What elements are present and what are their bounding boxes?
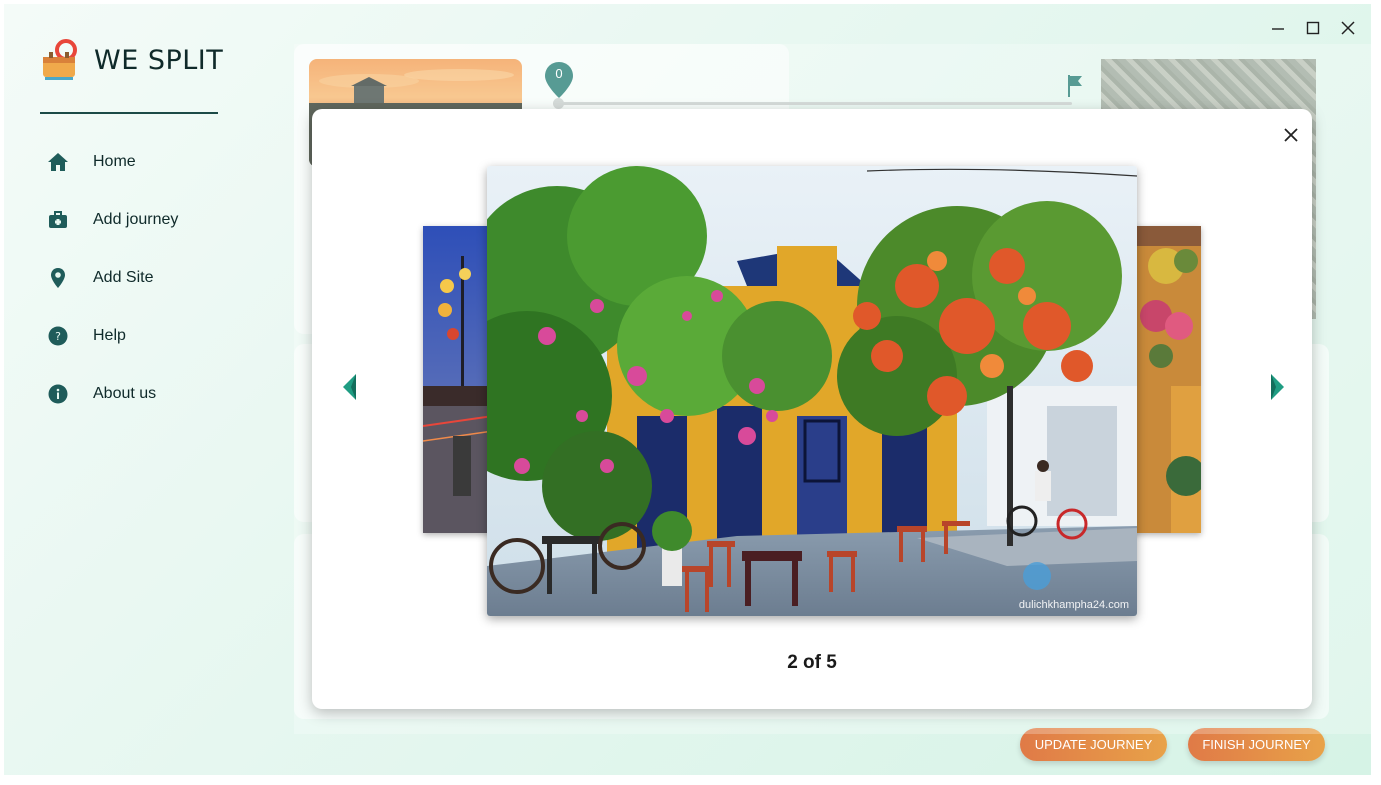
chevron-left-icon (343, 374, 356, 400)
home-icon (44, 148, 72, 176)
chevron-right-icon (1271, 374, 1284, 400)
current-image: dulichkhampha24.com (487, 166, 1137, 616)
maximize-button[interactable] (1301, 16, 1325, 40)
sidebar-item-label: Add journey (93, 211, 179, 228)
watermark-text: dulichkhampha24.com (1018, 599, 1129, 611)
close-icon (1341, 21, 1355, 35)
sidebar: WE SPLIT Home Add journey Add Site ? Hel… (4, 4, 254, 775)
minimize-button[interactable] (1266, 16, 1290, 40)
logo: WE SPLIT (40, 38, 223, 82)
gallery-photo (487, 166, 1137, 616)
info-icon (44, 380, 72, 408)
sidebar-item-label: Home (93, 153, 136, 170)
sidebar-item-label: Help (93, 327, 126, 344)
location-pin-icon (44, 264, 72, 292)
close-icon (1284, 128, 1298, 142)
close-modal-button[interactable] (1279, 123, 1303, 147)
sidebar-item-about-us[interactable]: About us (44, 379, 156, 409)
sidebar-item-add-site[interactable]: Add Site (44, 263, 153, 293)
sidebar-item-help[interactable]: ? Help (44, 321, 126, 351)
logo-icon (43, 39, 77, 80)
next-image-button[interactable] (1265, 371, 1287, 403)
sidebar-item-home[interactable]: Home (44, 147, 136, 177)
previous-image-button[interactable] (340, 371, 362, 403)
app-window: WE SPLIT Home Add journey Add Site ? Hel… (4, 4, 1371, 775)
close-window-button[interactable] (1336, 16, 1360, 40)
minimize-icon (1272, 28, 1284, 30)
sidebar-item-label: Add Site (93, 269, 154, 286)
maximize-icon (1306, 21, 1320, 35)
logo-divider (40, 112, 218, 114)
image-counter: 2 of 5 (787, 652, 837, 673)
sidebar-item-label: About us (93, 385, 157, 402)
briefcase-icon (44, 206, 72, 234)
image-gallery-modal: dulichkhampha24.com 2 of 5 (312, 109, 1312, 709)
svg-text:?: ? (55, 330, 61, 343)
sidebar-item-add-journey[interactable]: Add journey (44, 205, 178, 235)
app-title: WE SPLIT (94, 44, 224, 76)
next-image-preview[interactable] (1131, 226, 1201, 533)
help-icon: ? (44, 322, 72, 350)
previous-image-preview[interactable] (423, 226, 493, 533)
